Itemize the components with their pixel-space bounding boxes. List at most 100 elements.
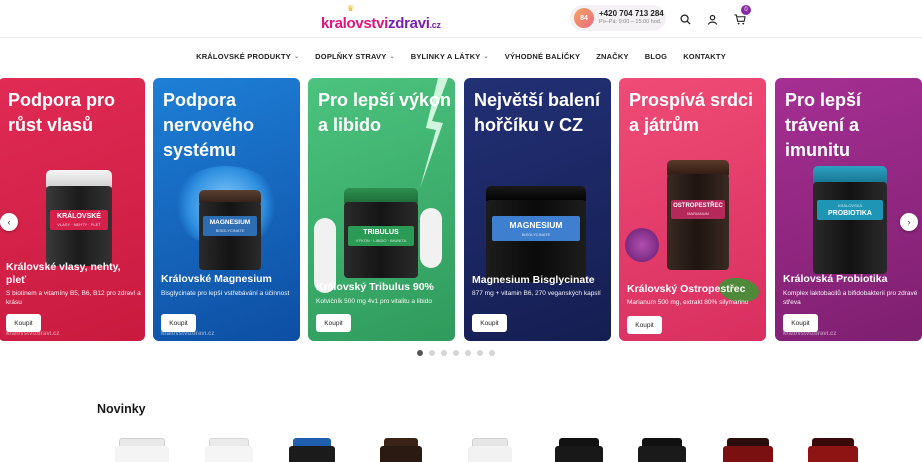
nav-label: ZNAČKY (596, 51, 629, 61)
capsule-decoration (420, 208, 442, 268)
nav-item-kralovske-produkty[interactable]: KRÁLOVSKÉ PRODUKTY ⌄ (196, 48, 299, 64)
thistle-flower (625, 228, 659, 262)
jar-sub: MARIANUM (687, 211, 709, 216)
buy-button[interactable]: Koupit (783, 314, 818, 332)
slide-headline: Největší balení hořčíku v CZ (474, 90, 601, 136)
crown-icon: ♛ (347, 4, 355, 13)
card-watermark: kralovstvizdravi.cz (783, 331, 837, 337)
nav-label: BLOG (644, 51, 668, 61)
logo-text-part2: zdravi (388, 15, 430, 32)
chevron-right-icon: › (907, 217, 911, 227)
site-logo[interactable]: ♛ kralovstvizdravi.cz (321, 4, 441, 32)
product-description: Komplex laktobacilů a bifidobakterií pro… (783, 290, 918, 307)
carousel-next-button[interactable]: › (900, 213, 918, 231)
opening-hours: Po–Pá: 9:00 – 15:00 hod. (599, 19, 662, 26)
slide-card[interactable]: Pro lepší trávení a imunitu KRÁLOVSKÁ PRO… (775, 78, 922, 341)
carousel-dot[interactable] (453, 350, 459, 356)
buy-button[interactable]: Koupit (627, 316, 662, 334)
product-description: Bisglycinate pro lepší vstřebávání a úči… (161, 290, 290, 297)
nav-item-vyhodne-balicky[interactable]: VÝHODNÉ BALÍČKY (505, 48, 581, 64)
jar-label: MAGNESIUM (509, 220, 563, 230)
product-image: KRÁLOVSKÁ PROBIOTIKA (813, 166, 887, 274)
nav-item-znacky[interactable]: ZNAČKY (596, 48, 628, 64)
chevron-down-icon: ⌄ (483, 53, 489, 60)
slide-headline: Pro lepší trávení a imunitu (785, 90, 862, 161)
nav-item-doplnky-stravy[interactable]: DOPLŇKY STRAVY ⌄ (315, 48, 395, 64)
jar-sub: VLASY · NEHTY · PLEŤ (57, 222, 101, 227)
logo-text-part1: kralovstvi (321, 15, 389, 32)
product-image: TRIBULUS VÝKON · LIBIDO · IMUNITA (344, 188, 418, 278)
slide-headline: Podpora pro růst vlasů (8, 90, 115, 136)
user-icon[interactable] (703, 10, 721, 28)
nav-label: BYLINKY A LÁTKY (410, 51, 481, 61)
slide-card[interactable]: Podpora pro růst vlasů KRÁLOVSKÉ VLASY · … (0, 78, 145, 341)
phone-number: +420 704 713 284 (599, 9, 664, 19)
hero-carousel: Podpora pro růst vlasů KRÁLOVSKÉ VLASY · … (0, 78, 922, 341)
product-image: KRÁLOVSKÉ VLASY · NEHTY · PLEŤ (46, 170, 112, 266)
support-avatar: 84 (574, 8, 594, 28)
jar-sub: BISGLYCINATE (215, 228, 245, 233)
new-products-row (97, 428, 897, 462)
carousel-dot[interactable] (429, 350, 435, 356)
carousel-dot[interactable] (441, 350, 447, 356)
carousel-dot[interactable] (489, 350, 495, 356)
product-description: Marianum 500 mg, extrakt 80% silymarinu (627, 299, 749, 306)
nav-item-kontakty[interactable]: KONTAKTY (683, 48, 726, 64)
card-watermark: kralovstvizdravi.cz (161, 331, 215, 337)
cart-icon[interactable]: 0 (731, 5, 751, 28)
nav-label: KRÁLOVSKÉ PRODUKTY (196, 51, 291, 61)
product-description: Kotvičník 500 mg 4v1 pro vitalitu a libi… (316, 298, 432, 305)
card-watermark: kralovstvizdravi.cz (6, 331, 60, 337)
product-name: Královský Ostropestřec (627, 283, 746, 295)
jar-sub: VÝKON · LIBIDO · IMUNITA (355, 238, 407, 243)
carousel-dot[interactable] (477, 350, 483, 356)
product-name: Královská Probiotika (783, 273, 888, 285)
search-icon[interactable] (676, 10, 694, 28)
jar-label: TRIBULUS (363, 229, 399, 236)
slide-card[interactable]: Prospívá srdci a játrům OSTROPESTŘEC MARI… (619, 78, 766, 341)
jar-label: MAGNESIUM (209, 219, 251, 226)
carousel-pagination (417, 350, 495, 356)
buy-button[interactable]: Koupit (161, 314, 196, 332)
product-image: MAGNESIUM BISGLYCINATE (486, 186, 586, 282)
carousel-dot[interactable] (417, 350, 423, 356)
section-title-novinky: Novinky (97, 402, 146, 416)
buy-button[interactable]: Koupit (6, 314, 41, 332)
cart-count-badge: 0 (741, 5, 751, 15)
jar-label: OSTROPESTŘEC (673, 203, 723, 209)
jar-sub: BISGLYCINATE (521, 232, 551, 237)
jar-sub: KRÁLOVSKÁ (837, 203, 863, 208)
product-description: 877 mg + vitamin B6, 270 veganských kaps… (472, 290, 601, 297)
contact-phone-box[interactable]: 84 +420 704 713 284 Po–Pá: 9:00 – 15:00 … (570, 5, 666, 31)
product-name: Královské vlasy, nehty, pleť (6, 261, 121, 287)
product-name: Královské Magnesium (161, 273, 272, 285)
buy-button[interactable]: Koupit (316, 314, 351, 332)
jar-label: PROBIOTIKA (828, 210, 872, 217)
slide-headline: Podpora nervového systému (163, 90, 255, 161)
carousel-prev-button[interactable]: ‹ (0, 213, 18, 231)
nav-label: VÝHODNÉ BALÍČKY (504, 51, 581, 61)
chevron-left-icon: ‹ (7, 217, 11, 227)
slide-card[interactable]: Podpora nervového systému MAGNESIUM BISGL… (153, 78, 300, 341)
jar-label: KRÁLOVSKÉ (57, 213, 101, 220)
buy-button[interactable]: Koupit (472, 314, 507, 332)
carousel-dot[interactable] (465, 350, 471, 356)
nav-label: DOPLŇKY STRAVY (315, 51, 387, 61)
main-nav: KRÁLOVSKÉ PRODUKTY ⌄ DOPLŇKY STRAVY ⌄ BYLI… (0, 48, 922, 64)
slide-headline: Prospívá srdci a játrům (629, 90, 754, 136)
nav-item-blog[interactable]: BLOG (645, 48, 667, 64)
product-image: OSTROPESTŘEC MARIANUM (667, 160, 729, 270)
site-header: ♛ kralovstvizdravi.cz 84 +420 704 713 28… (0, 0, 922, 38)
product-description: S biotinem a vitamíny B5, B6, B12 pro zd… (6, 290, 141, 307)
slide-card[interactable]: Největší balení hořčíku v CZ MAGNESIUM BI… (464, 78, 611, 341)
product-name: Magnesium Bisglycinate (472, 274, 595, 286)
nav-label: KONTAKTY (683, 51, 726, 61)
chevron-down-icon: ⌄ (293, 53, 300, 60)
nav-item-bylinky-a-latky[interactable]: BYLINKY A LÁTKY ⌄ (411, 48, 489, 64)
product-name: Královský Tribulus 90% (316, 281, 434, 293)
slide-card[interactable]: Pro lepší výkon a libido TRIBULUS VÝKON ·… (308, 78, 455, 341)
product-image: MAGNESIUM BISGLYCINATE (199, 190, 261, 270)
slide-headline: Pro lepší výkon a libido (318, 90, 452, 136)
chevron-down-icon: ⌄ (389, 53, 395, 60)
logo-tld: .cz (429, 20, 441, 30)
